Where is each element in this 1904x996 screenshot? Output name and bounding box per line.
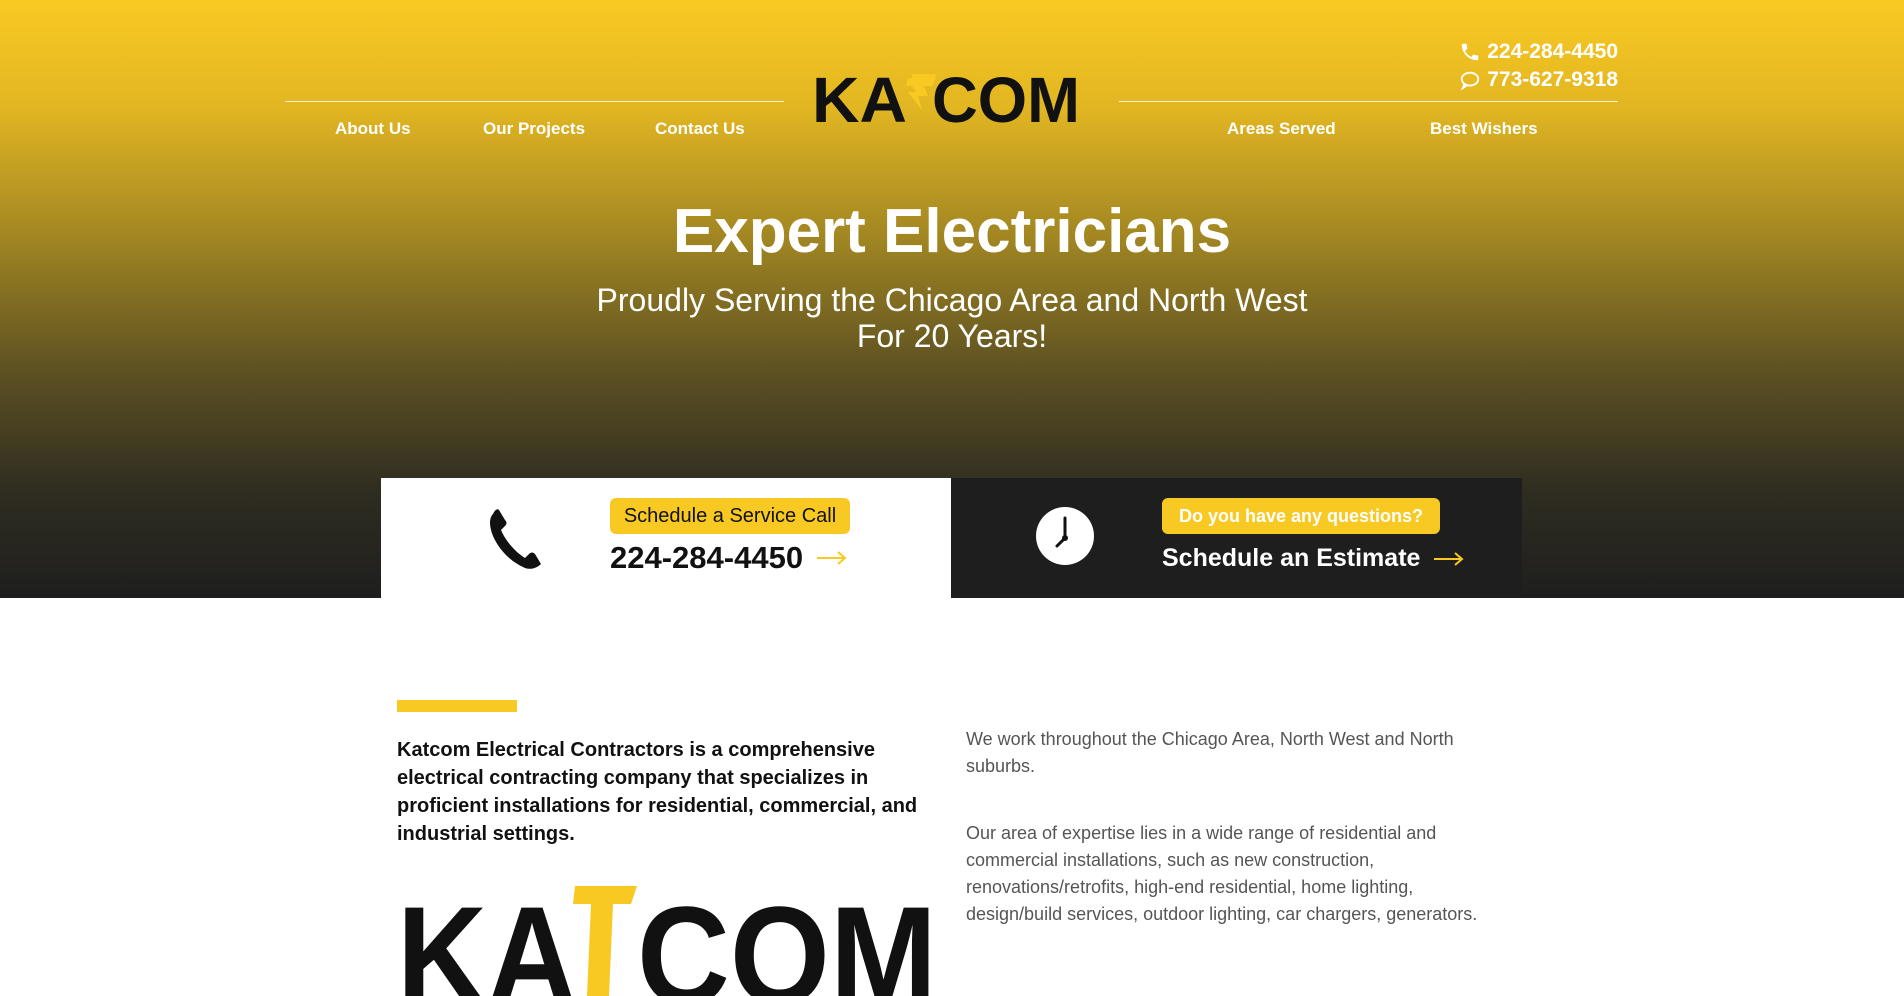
nav-our-projects[interactable]: Our Projects [483, 119, 585, 139]
nav-divider-right [1119, 101, 1618, 102]
nav-areas-served[interactable]: Areas Served [1227, 119, 1336, 139]
section-accent-bar [397, 700, 517, 712]
service-phone-link[interactable]: 224-284-4450 [610, 540, 847, 576]
arrow-right-icon [1434, 551, 1464, 566]
hero-subtitle-line2: For 20 Years! [856, 318, 1048, 354]
katcom-logo-large: KA COM [397, 877, 937, 996]
about-paragraph-1: We work throughout the Chicago Area, Nor… [966, 729, 1454, 776]
nav-contact-us[interactable]: Contact Us [655, 119, 745, 139]
about-intro: Katcom Electrical Contractors is a compr… [397, 739, 918, 845]
phone-secondary[interactable]: 773-627-9318 [1487, 66, 1618, 94]
nav-about-us[interactable]: About Us [335, 119, 411, 139]
service-phone-number[interactable]: 224-284-4450 [610, 540, 803, 576]
nav-divider-left [285, 101, 784, 102]
svg-text:KA: KA [397, 877, 577, 996]
hero-section: About Us Our Projects Contact Us Areas S… [0, 0, 1904, 598]
svg-text:KA: KA [812, 66, 907, 132]
phone-handset-icon [490, 509, 541, 569]
hero-subtitle: Proudly Serving the Chicago Area and Nor… [0, 282, 1904, 354]
nav-best-wishers[interactable]: Best Wishers [1430, 119, 1538, 139]
phone-icon [1461, 43, 1479, 61]
header-phones: 224-284-4450 773-627-9318 [1459, 38, 1618, 94]
phone-secondary-row[interactable]: 773-627-9318 [1459, 66, 1618, 94]
estimate-card[interactable]: Do you have any questions? Schedule an E… [951, 478, 1522, 598]
arrow-right-icon [817, 551, 847, 565]
service-call-card[interactable]: Schedule a Service Call 224-284-4450 [381, 478, 951, 598]
schedule-estimate-label[interactable]: Schedule an Estimate [1162, 544, 1420, 573]
phone-primary-row[interactable]: 224-284-4450 [1459, 38, 1618, 66]
questions-button[interactable]: Do you have any questions? [1162, 498, 1440, 534]
about-paragraph-2: Our area of expertise lies in a wide ran… [966, 823, 1478, 924]
schedule-service-call-button[interactable]: Schedule a Service Call [610, 498, 850, 534]
clock-icon [1036, 507, 1094, 565]
schedule-estimate-link[interactable]: Schedule an Estimate [1162, 544, 1464, 573]
hero-subtitle-line1: Proudly Serving the Chicago Area and Nor… [596, 282, 1308, 318]
hero-title: Expert Electricians [672, 197, 1232, 266]
katcom-logo[interactable]: KA COM [812, 66, 1082, 132]
svg-text:COM: COM [637, 877, 937, 996]
chat-bubble-icon [1460, 71, 1480, 91]
svg-text:COM: COM [932, 66, 1080, 132]
phone-primary[interactable]: 224-284-4450 [1487, 38, 1618, 66]
